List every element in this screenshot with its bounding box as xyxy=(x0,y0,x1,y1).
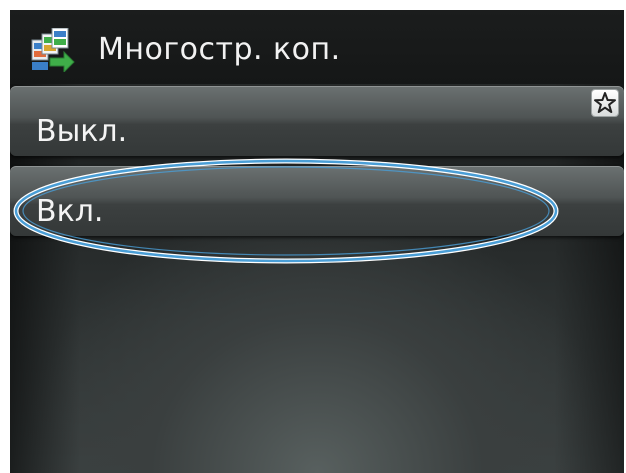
option-on-button[interactable]: Вкл. xyxy=(10,166,624,236)
option-on-label: Вкл. xyxy=(36,194,104,229)
multi-page-copy-icon xyxy=(30,27,76,74)
page-title: Многостр. коп. xyxy=(98,32,341,67)
option-off-button[interactable]: Выкл. xyxy=(10,86,624,156)
option-off-label: Выкл. xyxy=(36,114,128,149)
screen-header: Многостр. коп. xyxy=(10,10,624,84)
favorite-button[interactable] xyxy=(592,90,618,116)
control-panel-screen: Многостр. коп. Выкл. Вкл. xyxy=(10,10,624,473)
star-icon xyxy=(592,90,618,116)
